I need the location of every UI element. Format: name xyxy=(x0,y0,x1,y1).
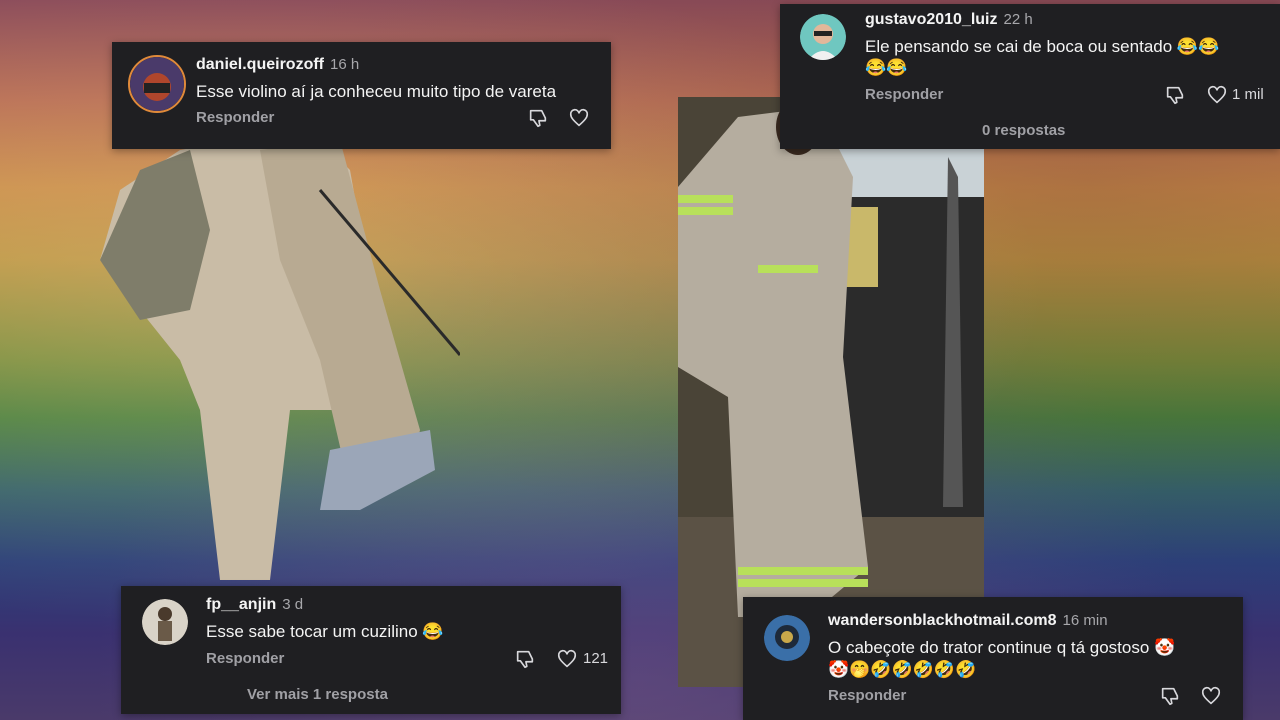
like-heart-icon[interactable] xyxy=(1200,685,1222,707)
like-count: 121 xyxy=(583,650,609,667)
reply-button[interactable]: Responder xyxy=(206,650,284,667)
photo-two-men xyxy=(80,110,460,590)
comment-time: 3 d xyxy=(282,596,304,613)
username-text[interactable]: wandersonblackhotmail.com8 xyxy=(828,612,1057,629)
dislike-icon[interactable] xyxy=(527,107,549,129)
comment-username[interactable]: gustavo2010_luiz 22 h xyxy=(865,11,1033,29)
comment-card: gustavo2010_luiz 22 h Ele pensando se cai… xyxy=(780,4,1280,149)
dislike-icon[interactable] xyxy=(514,648,536,670)
comment-card: daniel.queirozoff 16 h Esse violino aí ja… xyxy=(112,42,611,149)
like-count: 1 mil xyxy=(1232,86,1264,103)
comment-username[interactable]: daniel.queirozoff 16 h xyxy=(196,56,359,74)
avatar[interactable] xyxy=(142,599,188,645)
view-replies-link[interactable]: 0 respostas xyxy=(982,122,1065,139)
username-text[interactable]: fp__anjin xyxy=(206,596,276,613)
comment-username[interactable]: fp__anjin 3 d xyxy=(206,596,303,614)
comment-text-line1: O cabeçote do trator continue q tá gosto… xyxy=(828,638,1176,657)
like-heart-icon[interactable] xyxy=(556,648,578,670)
username-text[interactable]: gustavo2010_luiz xyxy=(865,11,998,28)
comment-text: Esse violino aí ja conheceu muito tipo d… xyxy=(196,82,557,101)
avatar[interactable] xyxy=(800,14,846,60)
avatar[interactable] xyxy=(128,55,186,113)
dislike-icon[interactable] xyxy=(1164,84,1186,106)
comment-time: 22 h xyxy=(1003,11,1033,28)
dislike-icon[interactable] xyxy=(1159,685,1181,707)
username-text[interactable]: daniel.queirozoff xyxy=(196,56,324,73)
like-heart-icon[interactable] xyxy=(568,107,590,129)
like-heart-icon[interactable] xyxy=(1206,84,1228,106)
comment-text: Esse sabe tocar um cuzilino 😂 xyxy=(206,622,444,641)
reply-button[interactable]: Responder xyxy=(865,86,943,103)
avatar[interactable] xyxy=(764,615,810,661)
reply-button[interactable]: Responder xyxy=(196,109,274,126)
comment-text-line1: Ele pensando se cai de boca ou sentado 😂… xyxy=(865,37,1220,56)
view-more-replies-link[interactable]: Ver mais 1 resposta xyxy=(247,686,388,703)
comment-username[interactable]: wandersonblackhotmail.com8 16 min xyxy=(828,612,1108,630)
comment-card: wandersonblackhotmail.com8 16 min O cabeç… xyxy=(743,597,1243,720)
comment-text-line2: 😂😂 xyxy=(865,58,908,77)
comment-time: 16 h xyxy=(330,56,360,73)
reply-button[interactable]: Responder xyxy=(828,687,906,704)
comment-card: fp__anjin 3 d Esse sabe tocar um cuzilino… xyxy=(121,586,621,714)
comment-text-line2: 🤡🤭🤣🤣🤣🤣🤣 xyxy=(828,660,977,679)
comment-time: 16 min xyxy=(1062,612,1108,629)
